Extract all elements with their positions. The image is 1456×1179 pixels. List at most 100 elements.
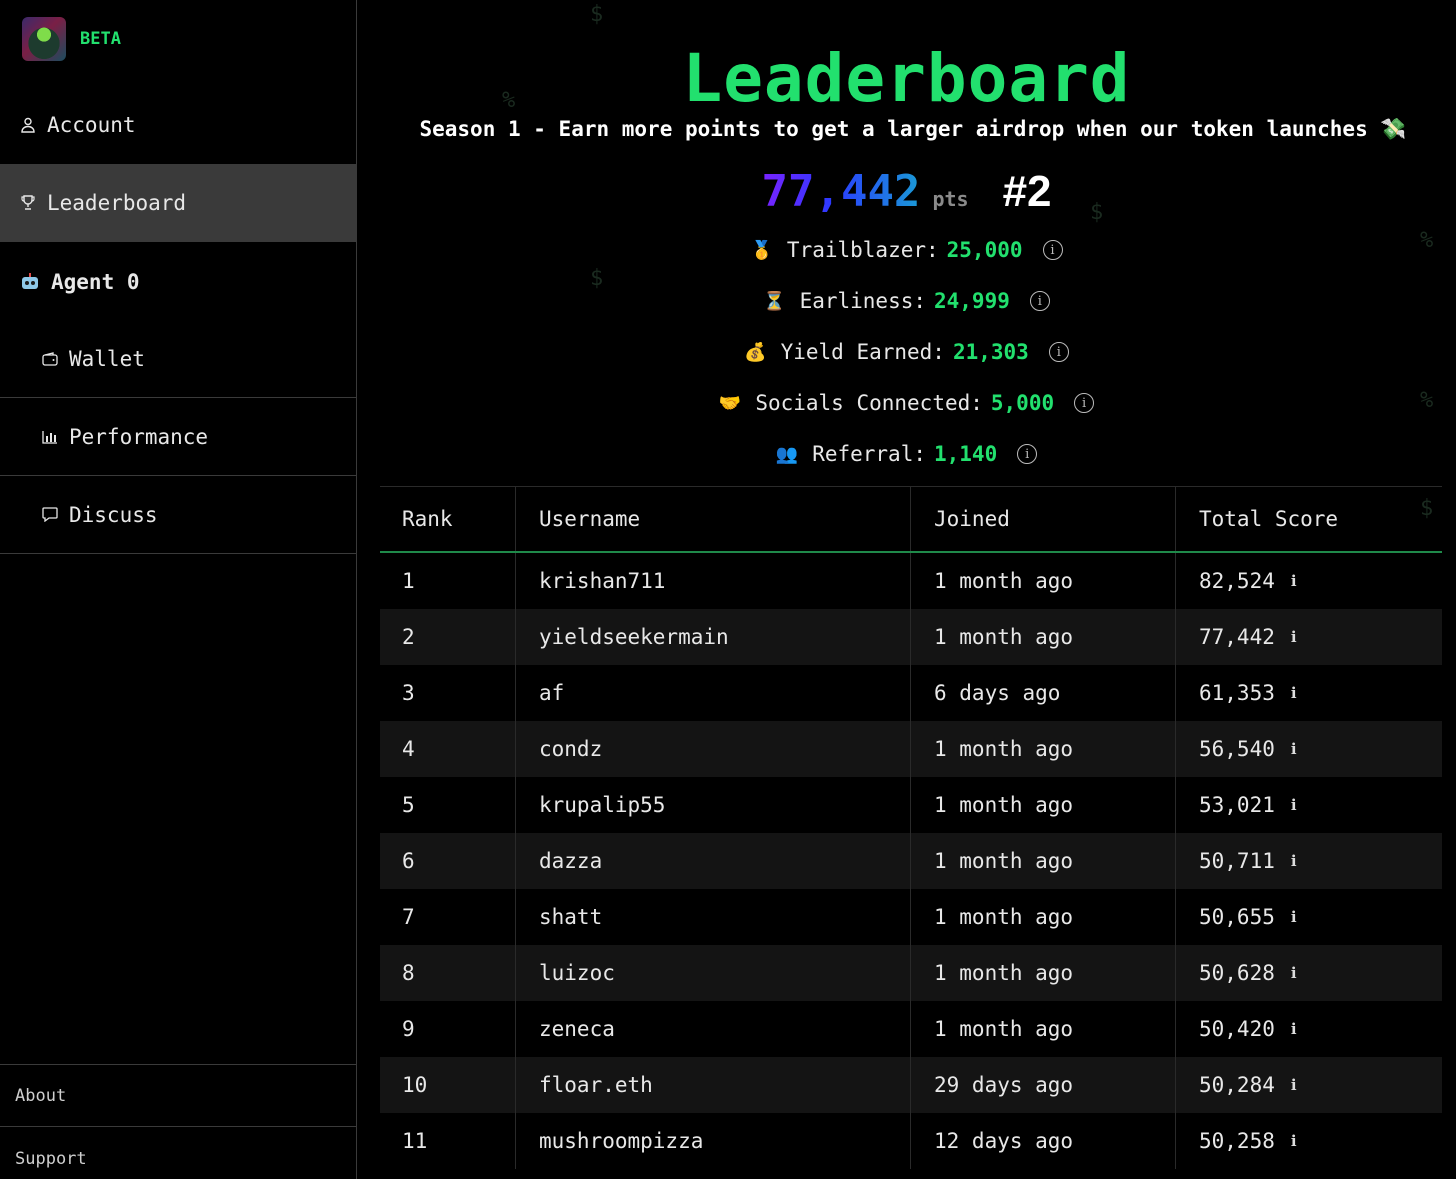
cell-username[interactable]: krishan711 — [516, 553, 911, 609]
robot-icon — [20, 272, 40, 292]
sidebar-item-label: Discuss — [69, 502, 158, 527]
wallet-icon — [42, 351, 58, 367]
cell-rank: 11 — [380, 1113, 516, 1169]
cell-total-score: 56,540 i — [1176, 721, 1442, 777]
sidebar-item-label: Leaderboard — [47, 191, 187, 215]
info-icon[interactable]: i — [1074, 393, 1095, 413]
table-row[interactable]: 4 condz 1 month ago 56,540 i — [380, 721, 1442, 777]
cell-username[interactable]: af — [516, 665, 911, 721]
sidebar-item-discuss[interactable]: Discuss — [0, 476, 356, 554]
table-row[interactable]: 5 krupalip55 1 month ago 53,021 i — [380, 777, 1442, 833]
cell-joined: 1 month ago — [911, 945, 1176, 1001]
cell-joined: 1 month ago — [911, 833, 1176, 889]
cell-username[interactable]: dazza — [516, 833, 911, 889]
cell-username[interactable]: krupalip55 — [516, 777, 911, 833]
stat-label: Yield Earned: — [780, 340, 945, 364]
column-header-joined[interactable]: Joined — [911, 487, 1176, 551]
cell-username[interactable]: condz — [516, 721, 911, 777]
sidebar-item-account[interactable]: Account — [0, 96, 356, 154]
table-row[interactable]: 10 floar.eth 29 days ago 50,284 i — [380, 1057, 1442, 1113]
table-body: 1 krishan711 1 month ago 82,524 i 2 yieldseeke… — [380, 553, 1442, 1169]
info-icon[interactable]: i — [1291, 572, 1297, 590]
cell-rank: 7 — [380, 889, 516, 945]
info-icon[interactable]: i — [1291, 1020, 1297, 1038]
cell-username[interactable]: shatt — [516, 889, 911, 945]
table-row[interactable]: 6 dazza 1 month ago 50,711 i — [380, 833, 1442, 889]
stat-value: 25,000 — [946, 238, 1023, 262]
info-icon[interactable]: i — [1291, 684, 1297, 702]
stat-value: 21,303 — [952, 340, 1029, 364]
sidebar-item-agent[interactable]: Agent 0 — [0, 253, 356, 311]
user-icon — [20, 117, 36, 133]
column-header-username[interactable]: Username — [516, 487, 911, 551]
table-row[interactable]: 9 zeneca 1 month ago 50,420 i — [380, 1001, 1442, 1057]
table-row[interactable]: 11 mushroompizza 12 days ago 50,258 i — [380, 1113, 1442, 1169]
divider — [0, 1064, 356, 1065]
stat-label: Trailblazer: — [786, 238, 939, 262]
trophy-icon — [20, 195, 36, 211]
sidebar-item-wallet[interactable]: Wallet — [0, 320, 356, 398]
stat-label: Earliness: — [799, 289, 926, 313]
table-header: Rank Username Joined Total Score — [380, 487, 1442, 553]
info-icon[interactable]: i — [1291, 1076, 1297, 1094]
bar-chart-icon — [42, 429, 58, 445]
info-icon[interactable]: i — [1042, 240, 1063, 260]
about-link[interactable]: About — [15, 1086, 66, 1106]
sidebar-item-leaderboard[interactable]: Leaderboard — [0, 164, 356, 242]
sidebar-item-label: Agent 0 — [51, 270, 140, 294]
info-icon[interactable]: i — [1291, 628, 1297, 646]
stat-yield-earned: 💰 Yield Earned: 21,303 i — [357, 337, 1456, 367]
table-row[interactable]: 3 af 6 days ago 61,353 i — [380, 665, 1442, 721]
cell-total-score: 53,021 i — [1176, 777, 1442, 833]
cell-username[interactable]: zeneca — [516, 1001, 911, 1057]
info-icon[interactable]: i — [1291, 1132, 1297, 1150]
brand[interactable]: BETA — [22, 17, 121, 61]
info-icon[interactable]: i — [1291, 964, 1297, 982]
score-value: 50,284 — [1199, 1073, 1275, 1097]
info-icon[interactable]: i — [1048, 342, 1069, 362]
handshake-icon: 🤝 — [718, 392, 742, 414]
info-icon[interactable]: i — [1291, 908, 1297, 926]
chat-icon — [42, 507, 58, 523]
info-icon[interactable]: i — [1291, 852, 1297, 870]
sidebar-item-performance[interactable]: Performance — [0, 398, 356, 476]
info-icon[interactable]: i — [1291, 796, 1297, 814]
column-header-total-score[interactable]: Total Score — [1176, 487, 1442, 551]
cell-total-score: 50,628 i — [1176, 945, 1442, 1001]
table-row[interactable]: 8 luizoc 1 month ago 50,628 i — [380, 945, 1442, 1001]
cell-username[interactable]: mushroompizza — [516, 1113, 911, 1169]
column-header-rank[interactable]: Rank — [380, 487, 516, 551]
cell-username[interactable]: floar.eth — [516, 1057, 911, 1113]
cell-total-score: 82,524 i — [1176, 553, 1442, 609]
cell-username[interactable]: luizoc — [516, 945, 911, 1001]
info-icon[interactable]: i — [1029, 291, 1050, 311]
cell-rank: 5 — [380, 777, 516, 833]
stat-label: Referral: — [812, 442, 926, 466]
score-value: 50,628 — [1199, 961, 1275, 985]
cell-rank: 9 — [380, 1001, 516, 1057]
medal-icon: 🥇 — [750, 239, 773, 261]
cell-joined: 1 month ago — [911, 721, 1176, 777]
info-icon[interactable]: i — [1017, 444, 1038, 464]
total-points: 77,442 — [761, 166, 921, 217]
cell-joined: 12 days ago — [911, 1113, 1176, 1169]
sidebar-item-label: Wallet — [69, 346, 145, 371]
cell-rank: 10 — [380, 1057, 516, 1113]
cell-rank: 6 — [380, 833, 516, 889]
cell-joined: 1 month ago — [911, 609, 1176, 665]
cell-total-score: 50,711 i — [1176, 833, 1442, 889]
score-value: 77,442 — [1199, 625, 1275, 649]
support-link[interactable]: Support — [15, 1149, 87, 1169]
table-row[interactable]: 2 yieldseekermain 1 month ago 77,442 i — [380, 609, 1442, 665]
table-row[interactable]: 1 krishan711 1 month ago 82,524 i — [380, 553, 1442, 609]
table-row[interactable]: 7 shatt 1 month ago 50,655 i — [380, 889, 1442, 945]
stat-value: 5,000 — [990, 391, 1055, 415]
cell-total-score: 50,420 i — [1176, 1001, 1442, 1057]
sidebar-item-label: Account — [47, 113, 136, 137]
cell-rank: 8 — [380, 945, 516, 1001]
score-value: 56,540 — [1199, 737, 1275, 761]
info-icon[interactable]: i — [1291, 740, 1297, 758]
cell-username[interactable]: yieldseekermain — [516, 609, 911, 665]
score-value: 61,353 — [1199, 681, 1275, 705]
stat-socials-connected: 🤝 Socials Connected: 5,000 i — [357, 388, 1456, 418]
